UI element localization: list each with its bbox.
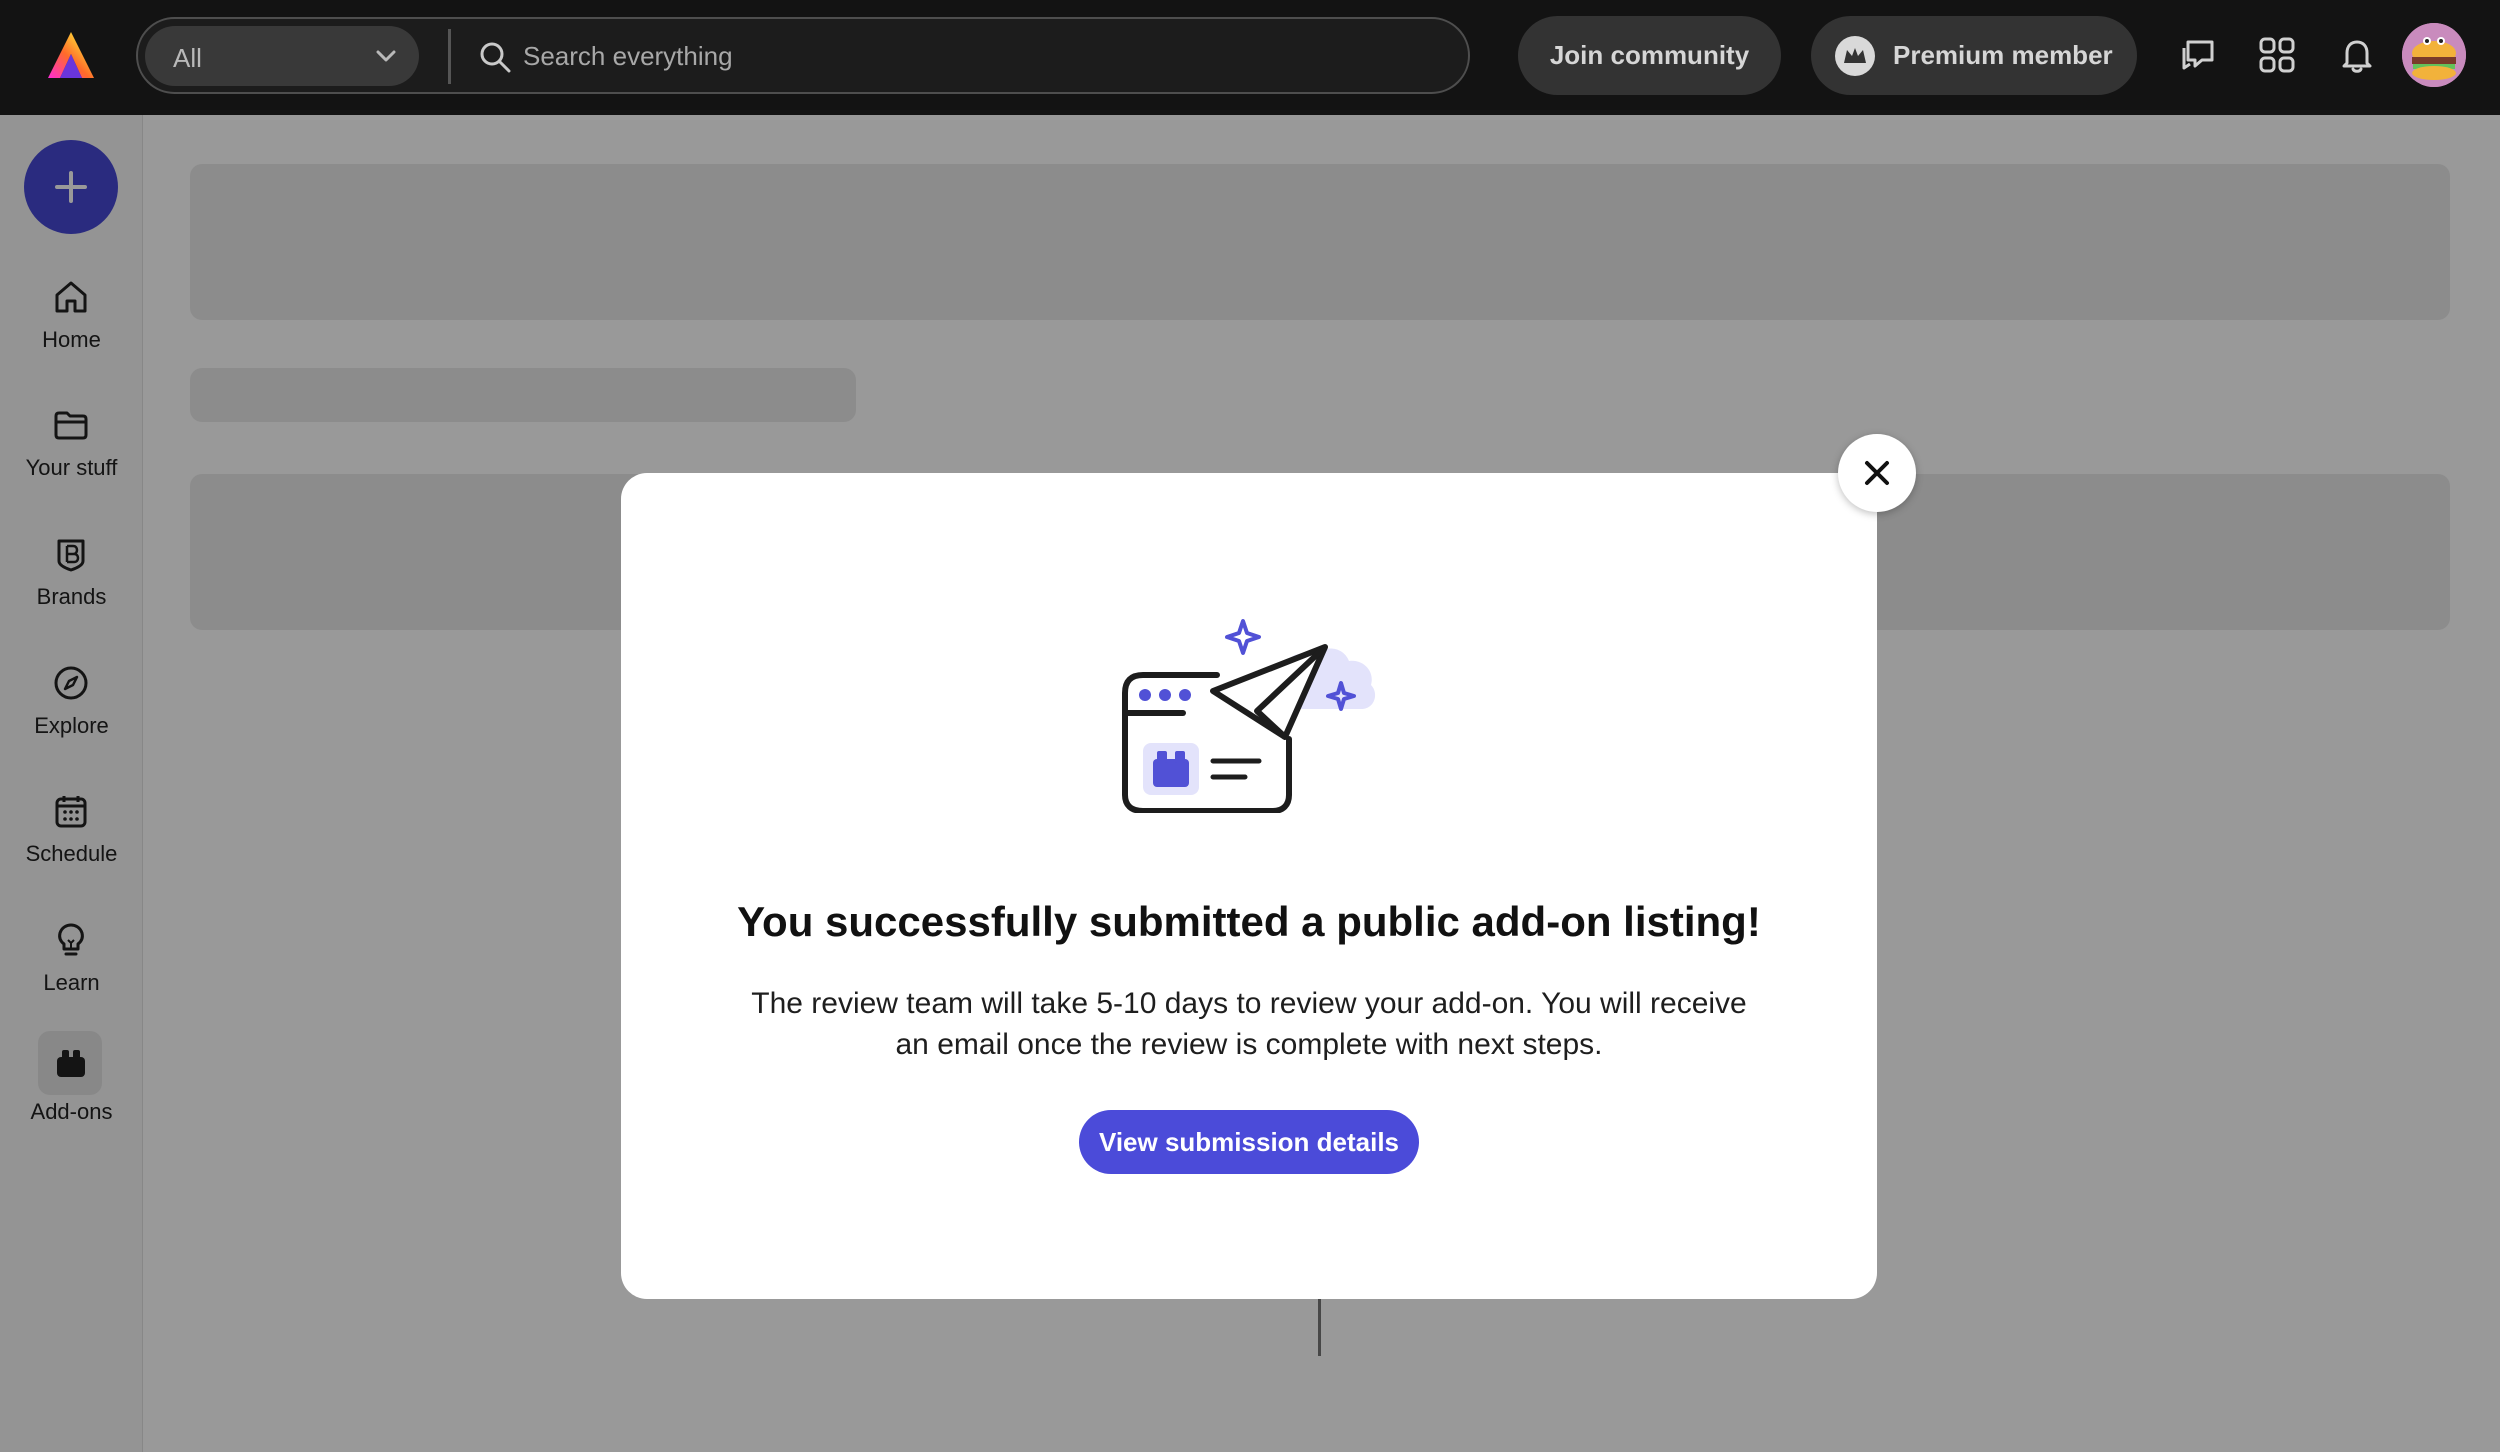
search-scope-value: All — [173, 43, 202, 73]
join-community-label: Join community — [1549, 40, 1750, 70]
chat-icon[interactable] — [2178, 34, 2220, 76]
search-input[interactable] — [523, 31, 1423, 81]
submission-success-dialog: You successfully submitted a public add-… — [621, 473, 1877, 1299]
premium-crown-icon — [1835, 35, 1875, 76]
close-dialog-button[interactable] — [1838, 434, 1916, 512]
premium-member-button[interactable]: Premium member — [1811, 16, 2137, 95]
search-divider — [448, 29, 451, 84]
adobe-express-logo-icon[interactable] — [46, 30, 96, 80]
view-submission-details-button[interactable]: View submission details — [1079, 1110, 1419, 1174]
premium-member-label: Premium member — [1893, 40, 2113, 70]
close-icon — [1865, 461, 1889, 485]
dialog-body-text: The review team will take 5-10 days to r… — [751, 987, 1747, 1061]
chevron-down-icon — [376, 50, 396, 62]
search-icon — [480, 42, 511, 73]
bell-icon[interactable] — [2336, 34, 2378, 76]
join-community-button[interactable]: Join community — [1518, 16, 1781, 95]
view-submission-details-label: View submission details — [1098, 1126, 1400, 1157]
dialog-title: You successfully submitted a public add-… — [737, 898, 1761, 945]
global-search: All — [136, 17, 1470, 94]
top-bar: All Join community Premium member — [0, 0, 2500, 115]
avatar[interactable] — [2402, 23, 2466, 87]
search-scope-dropdown[interactable]: All — [145, 26, 419, 86]
paper-plane-submission-icon — [1122, 619, 1376, 813]
apps-grid-icon[interactable] — [2256, 34, 2298, 76]
